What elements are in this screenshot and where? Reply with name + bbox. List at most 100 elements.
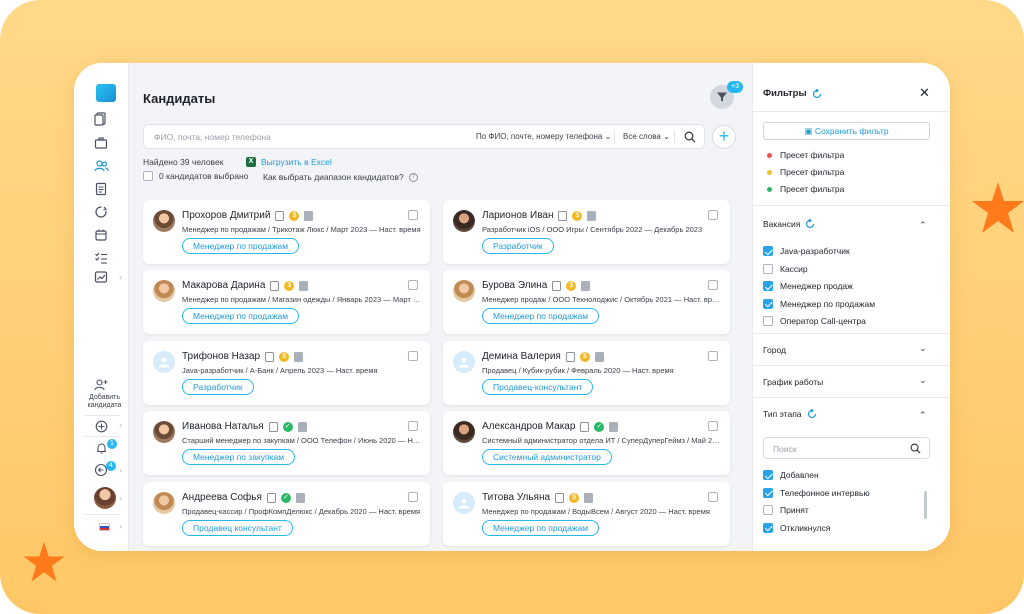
export-excel-link[interactable]: X Выгрузить в Excel — [246, 157, 332, 167]
reset-icon[interactable] — [807, 409, 817, 419]
candidate-name[interactable]: Андреева Софья — [182, 492, 262, 503]
scrollbar[interactable] — [924, 491, 927, 519]
add-person-icon[interactable] — [92, 376, 110, 394]
preset-filter[interactable]: Пресет фильтра — [767, 184, 844, 194]
candidate-card[interactable]: Прохоров Дмитрий $ Менеджер по продажам / … — [143, 200, 430, 264]
resume-icon[interactable] — [92, 180, 110, 198]
add-candidate-label[interactable]: Добавить кандидата — [82, 394, 127, 410]
candidate-card[interactable]: Титова Ульяна $ Менеджер по продажам / Вод… — [443, 482, 730, 546]
vacancy-tag[interactable]: Разработчик — [182, 379, 254, 395]
option-checkbox[interactable] — [763, 470, 773, 480]
candidate-checkbox[interactable] — [708, 351, 718, 361]
option-checkbox[interactable] — [763, 246, 773, 256]
documents-icon[interactable] — [92, 110, 110, 128]
candidates-icon[interactable] — [92, 157, 110, 175]
vacancy-tag[interactable]: Менеджер по продажам — [482, 520, 600, 536]
stage-search-input[interactable]: Поиск — [773, 444, 797, 454]
filter-option[interactable]: Телефонное интервью — [763, 487, 870, 498]
chevron-down-icon[interactable]: ⌄ — [919, 375, 927, 386]
candidate-checkbox[interactable] — [408, 351, 418, 361]
candidate-checkbox[interactable] — [708, 210, 718, 220]
preset-filter[interactable]: Пресет фильтра — [767, 150, 844, 160]
candidate-checkbox[interactable] — [408, 280, 418, 290]
candidate-card[interactable]: Макарова Дарина $ Менеджер по продажам / М… — [143, 270, 430, 334]
vacancy-tag[interactable]: Продавец-консультант — [482, 379, 594, 395]
reset-icon[interactable] — [805, 219, 815, 229]
candidate-name[interactable]: Трифонов Назар — [182, 351, 260, 362]
filter-option[interactable]: Кассир — [763, 263, 808, 274]
expand-chevron-icon[interactable]: › — [119, 420, 122, 430]
range-help-link[interactable]: Как выбрать диапазон кандидатов?? — [263, 172, 418, 182]
search-icon[interactable] — [684, 131, 696, 143]
option-checkbox[interactable] — [763, 522, 773, 533]
expand-chevron-icon[interactable]: › — [119, 272, 122, 282]
filter-option[interactable]: Добавлен — [763, 470, 819, 480]
checklist-icon[interactable] — [92, 249, 110, 267]
option-checkbox[interactable] — [763, 298, 773, 309]
option-checkbox[interactable] — [763, 263, 773, 274]
stage-search-field[interactable]: Поиск — [763, 437, 930, 459]
analytics-icon[interactable] — [92, 268, 110, 286]
option-checkbox[interactable] — [763, 281, 773, 291]
add-candidate-button[interactable]: + — [712, 125, 736, 149]
select-all-checkbox[interactable] — [143, 171, 153, 181]
add-circle-icon[interactable] — [92, 417, 110, 435]
candidate-checkbox[interactable] — [708, 492, 718, 502]
schedule-section-title[interactable]: График работы — [763, 377, 823, 387]
candidate-name[interactable]: Ларионов Иван — [482, 210, 553, 221]
stage-section-title[interactable]: Тип этапа — [763, 409, 817, 419]
search-input[interactable]: ФИО, почта, номер телефона — [154, 132, 271, 142]
app-logo-icon[interactable] — [96, 84, 116, 102]
filter-option[interactable]: Откликнулся — [763, 522, 830, 533]
briefcase-icon[interactable] — [92, 134, 110, 152]
vacancy-tag[interactable]: Системный администратор — [482, 449, 612, 465]
select-all[interactable]: 0 кандидатов выбрано — [143, 171, 248, 181]
expand-chevron-icon[interactable]: › — [119, 465, 122, 475]
candidate-checkbox[interactable] — [708, 280, 718, 290]
city-section-title[interactable]: Город — [763, 345, 786, 355]
russia-flag-icon[interactable] — [99, 523, 110, 531]
user-avatar[interactable] — [94, 487, 116, 509]
candidate-card[interactable]: Андреева Софья ✓ Продавец-кассир / ПрофКом… — [143, 482, 430, 546]
option-checkbox[interactable] — [763, 316, 773, 326]
candidate-card[interactable]: Трифонов Назар $ Java-разработчик / А-Банк… — [143, 341, 430, 405]
option-checkbox[interactable] — [763, 487, 773, 498]
candidate-checkbox[interactable] — [408, 210, 418, 220]
close-icon[interactable]: ✕ — [919, 85, 930, 101]
candidate-card[interactable]: Демина Валерия $ Продавец / Кубик-рубик / … — [443, 341, 730, 405]
candidate-card[interactable]: Ларионов Иван $ Разработчик iOS / ООО Игры… — [443, 200, 730, 264]
candidate-name[interactable]: Макарова Дарина — [182, 280, 265, 291]
candidate-checkbox[interactable] — [408, 492, 418, 502]
chevron-down-icon[interactable]: ⌄ — [919, 343, 927, 354]
vacancy-tag[interactable]: Менеджер по продажам — [482, 308, 600, 324]
filter-option[interactable]: Менеджер по продажам — [763, 298, 875, 309]
candidate-name[interactable]: Прохоров Дмитрий — [182, 210, 270, 221]
calendar-icon[interactable] — [92, 226, 110, 244]
search-bar[interactable]: ФИО, почта, номер телефона По ФИО, почте… — [143, 124, 705, 149]
vacancy-tag[interactable]: Менеджер по продажам — [182, 238, 300, 254]
vacancy-tag[interactable]: Разработчик — [482, 238, 554, 254]
filter-option[interactable]: Оператор Call-центра — [763, 316, 866, 326]
candidate-name[interactable]: Демина Валерия — [482, 351, 561, 362]
vacancy-tag[interactable]: Менеджер по продажам — [182, 308, 300, 324]
candidate-name[interactable]: Александров Макар — [482, 421, 575, 432]
candidate-name[interactable]: Бурова Элина — [482, 280, 547, 291]
vacancy-tag[interactable]: Продавец консультант — [182, 520, 293, 536]
search-words-dropdown[interactable]: Все слова ⌄ — [623, 132, 670, 141]
candidate-name[interactable]: Титова Ульяна — [482, 492, 550, 503]
preset-filter[interactable]: Пресет фильтра — [767, 167, 844, 177]
chevron-up-icon[interactable]: ⌃ — [919, 220, 927, 231]
expand-chevron-icon[interactable]: › — [119, 493, 122, 503]
vacancy-section-title[interactable]: Вакансия — [763, 219, 815, 229]
search-icon[interactable] — [910, 443, 921, 454]
save-filter-button[interactable]: ▣ Сохранить фильтр — [763, 122, 930, 140]
filter-option[interactable]: Java-разработчик — [763, 246, 850, 256]
chevron-up-icon[interactable]: ⌃ — [919, 410, 927, 421]
expand-chevron-icon[interactable]: › — [119, 521, 122, 531]
candidate-card[interactable]: Иванова Наталья ✓ Старший менеджер по заку… — [143, 411, 430, 475]
filter-option[interactable]: Принят — [763, 505, 809, 515]
reset-icon[interactable] — [812, 88, 822, 99]
candidate-name[interactable]: Иванова Наталья — [182, 421, 264, 432]
candidate-card[interactable]: Александров Макар ✓ Системный администрато… — [443, 411, 730, 475]
vacancy-tag[interactable]: Менеджер по закупкам — [182, 449, 296, 465]
